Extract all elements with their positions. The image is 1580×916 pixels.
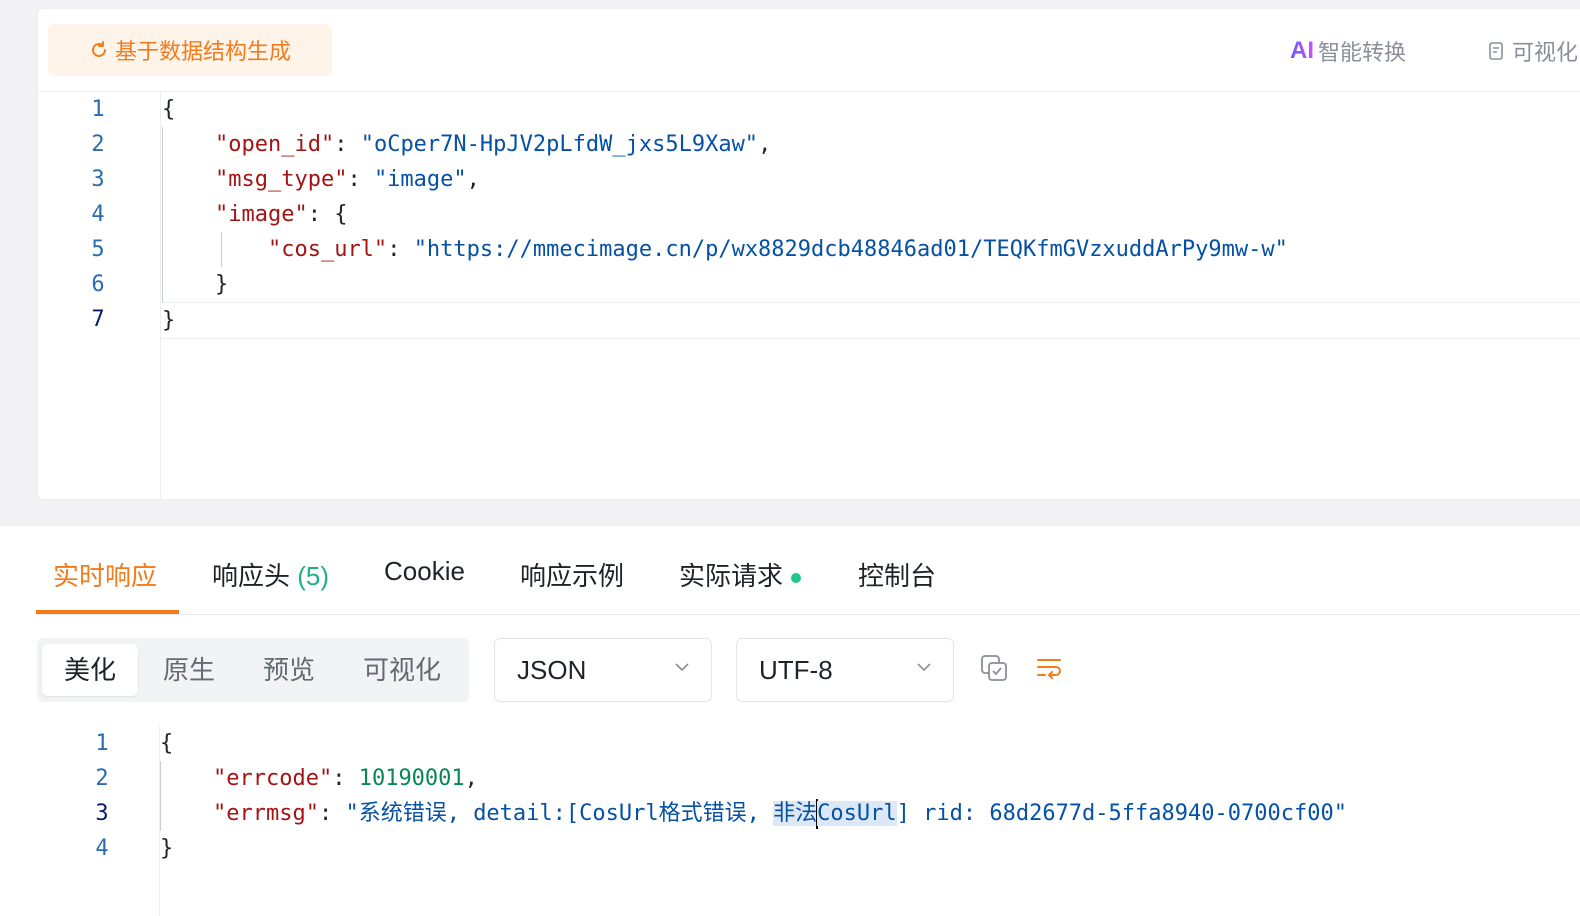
line-number-gutter: 1 2 3 4 — [0, 726, 160, 916]
tab-label: 实时响应 — [53, 561, 158, 591]
view-mode-visualize[interactable]: 可视化 — [343, 644, 461, 696]
ai-logo-icon: AI — [1290, 37, 1314, 64]
line-number-gutter: 1 2 3 4 5 6 7 — [38, 92, 161, 499]
line-number-active: 3 — [95, 801, 109, 826]
headers-count-badge: (5) — [297, 561, 330, 591]
json-string: "oCper7N-HpJV2pLfdW_jxs5L9Xaw" — [360, 132, 759, 157]
code-line: { — [162, 97, 176, 122]
view-mode-raw[interactable]: 原生 — [141, 644, 237, 696]
tab-label: 实际请求 — [679, 561, 784, 591]
tab-label: 控制台 — [858, 561, 937, 591]
view-mode-preview[interactable]: 预览 — [241, 644, 337, 696]
tab-label: Cookie — [384, 556, 465, 586]
code-line: "open_id": "oCper7N-HpJV2pLfdW_jxs5L9Xaw… — [214, 132, 772, 157]
code-line: "errcode": 10190001, — [212, 766, 478, 791]
encoding-select-value: UTF-8 — [759, 655, 833, 685]
code-line-active: } — [162, 302, 1580, 339]
chevron-down-icon — [917, 663, 931, 672]
word-wrap-button[interactable] — [1034, 652, 1066, 684]
tab-label: 响应头 — [212, 561, 291, 591]
response-panel: 实时响应 响应头 (5) Cookie 响应示例 实际请求 控制台 美化 原生 … — [0, 526, 1580, 916]
ai-convert-button[interactable]: AI 智能转换 — [1290, 33, 1406, 69]
json-key: "errmsg" — [212, 801, 319, 826]
line-number: 2 — [95, 766, 109, 791]
response-json-viewer[interactable]: 1 2 3 4 { "errcode": 10190001, "errmsg":… — [0, 726, 1580, 916]
line-number: 3 — [91, 167, 105, 192]
json-number: 10190001 — [358, 766, 465, 791]
request-body-panel: 基于数据结构生成 AI 智能转换 可视化 1 2 3 4 5 6 7 {"op… — [0, 0, 1580, 522]
text-selection: 非法 — [773, 801, 818, 826]
word-wrap-icon — [1037, 659, 1061, 679]
line-number: 5 — [91, 237, 105, 262]
request-json-editor[interactable]: 1 2 3 4 5 6 7 { "open_id": "oCper7N-HpJV… — [38, 92, 1580, 499]
tab-response-example[interactable]: 响应示例 — [520, 556, 624, 593]
tab-response-headers[interactable]: 响应头 (5) — [212, 556, 329, 593]
view-mode-segmented-control: 美化 原生 预览 可视化 — [37, 638, 469, 702]
line-number: 1 — [95, 731, 109, 756]
json-key: "image" — [214, 202, 308, 227]
generate-from-schema-label: 基于数据结构生成 — [114, 39, 291, 64]
tab-realtime-response[interactable]: 实时响应 — [53, 556, 157, 593]
code-line: "cos_url": "https://mmecimage.cn/p/wx882… — [267, 237, 1288, 262]
visual-edit-button[interactable]: 可视化 — [1488, 33, 1578, 69]
json-string: "系统错误, detail:[CosUrl格式错误, — [345, 801, 774, 826]
line-number: 6 — [91, 272, 105, 297]
line-number: 4 — [95, 836, 109, 861]
tab-console[interactable]: 控制台 — [858, 556, 936, 593]
status-dot — [791, 573, 802, 584]
ai-convert-label: 智能转换 — [1318, 40, 1407, 65]
tab-label: 响应示例 — [520, 561, 625, 591]
copy-button[interactable] — [978, 652, 1010, 684]
chevron-down-icon — [675, 663, 689, 672]
format-select[interactable]: JSON — [494, 638, 712, 702]
json-key: "msg_type" — [214, 167, 348, 192]
code-line: "image": { — [214, 202, 348, 227]
tab-cookie[interactable]: Cookie — [384, 556, 465, 587]
line-number: 2 — [91, 132, 105, 157]
request-body-toolbar: 基于数据结构生成 AI 智能转换 可视化 — [38, 9, 1580, 92]
generate-from-schema-button[interactable]: 基于数据结构生成 — [48, 24, 332, 76]
line-number-active: 7 — [91, 307, 105, 332]
visual-edit-label: 可视化 — [1512, 40, 1579, 65]
code-line: "errmsg": "系统错误, detail:[CosUrl格式错误, 非法C… — [160, 796, 1580, 831]
line-number: 4 — [91, 202, 105, 227]
document-edit-icon — [1489, 42, 1503, 60]
text-selection: CosUrl — [817, 801, 897, 826]
code-line: } — [162, 272, 229, 297]
json-key: "cos_url" — [267, 237, 388, 262]
code-line: { — [160, 731, 174, 756]
copy-icon — [981, 655, 1007, 681]
json-string: "image" — [373, 167, 467, 192]
refresh-icon — [92, 41, 106, 57]
active-tab-underline — [36, 610, 179, 614]
response-tabs: 实时响应 响应头 (5) Cookie 响应示例 实际请求 控制台 — [36, 526, 1580, 615]
json-string: ] rid: 68d2677d-5ffa8940-0700cf00" — [896, 801, 1347, 826]
encoding-select[interactable]: UTF-8 — [736, 638, 954, 702]
line-number: 1 — [91, 97, 105, 122]
json-key: "open_id" — [214, 132, 335, 157]
code-line: } — [160, 836, 174, 861]
tab-actual-request[interactable]: 实际请求 — [679, 556, 802, 593]
json-string: "https://mmecimage.cn/p/wx8829dcb48846ad… — [413, 237, 1288, 262]
json-key: "errcode" — [212, 766, 333, 791]
request-body-editor-card: 基于数据结构生成 AI 智能转换 可视化 1 2 3 4 5 6 7 {"op… — [37, 8, 1580, 500]
format-select-value: JSON — [517, 655, 587, 685]
view-mode-beautify[interactable]: 美化 — [42, 644, 138, 696]
code-line: "msg_type": "image", — [214, 167, 480, 192]
